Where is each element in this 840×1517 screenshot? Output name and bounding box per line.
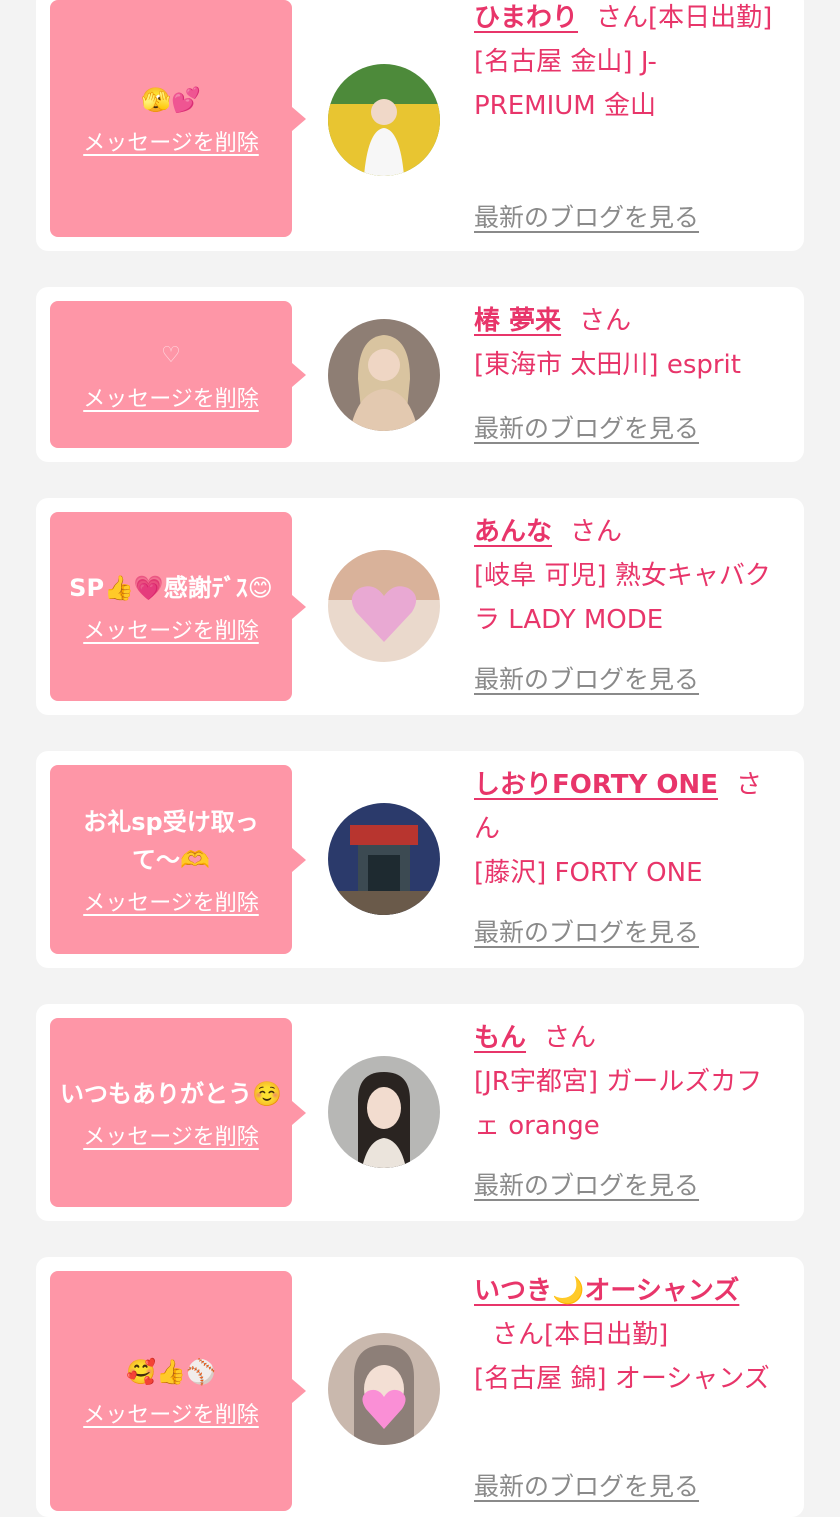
delete-message-link[interactable]: メッセージを削除 bbox=[83, 125, 259, 157]
delete-message-link[interactable]: メッセージを削除 bbox=[83, 1119, 259, 1151]
avatar-image bbox=[328, 64, 440, 176]
delete-message-link[interactable]: メッセージを削除 bbox=[83, 1397, 259, 1429]
honorific: さん bbox=[579, 306, 632, 336]
delete-message-link[interactable]: メッセージを削除 bbox=[83, 885, 259, 917]
honorific: さん bbox=[544, 1023, 597, 1053]
message-bubble: いつもありがとう☺️ メッセージを削除 bbox=[50, 1018, 306, 1207]
favorite-card: SP👍💗感謝ﾃﾞｽ😊 メッセージを削除 あんな さん [岐阜 可児] 熟女キャバク… bbox=[36, 498, 804, 715]
cast-name-link[interactable]: ひまわり bbox=[474, 3, 578, 33]
message-text: 🫣💕 bbox=[141, 85, 201, 114]
avatar-image bbox=[328, 550, 440, 662]
cast-name-link[interactable]: しおりFORTY ONE bbox=[474, 770, 718, 800]
avatar-image bbox=[328, 319, 440, 431]
favorite-card: ♡ メッセージを削除 椿 夢来 さん [東海市 太田川] esprit 最新のブロ… bbox=[36, 287, 804, 462]
avatar-image bbox=[328, 1056, 440, 1168]
avatar[interactable] bbox=[328, 1333, 440, 1445]
message-bubble: お礼sp受け取って〜🫶 メッセージを削除 bbox=[50, 765, 306, 954]
avatar[interactable] bbox=[328, 803, 440, 915]
favorite-card: いつもありがとう☺️ メッセージを削除 もん さん [JR宇都宮] ガールズカフェ… bbox=[36, 1004, 804, 1221]
cast-info: ひまわり さん[本日出勤] [名古屋 金山] J-PREMIUM 金山 bbox=[474, 0, 774, 128]
latest-blog-link[interactable]: 最新のブログを見る bbox=[474, 913, 699, 949]
honorific: さん bbox=[596, 3, 649, 33]
avatar[interactable] bbox=[328, 319, 440, 431]
message-text: お礼sp受け取って〜🫶 bbox=[83, 807, 259, 874]
message-bubble: 🫣💕 メッセージを削除 bbox=[50, 0, 306, 237]
message-bubble: 🥰👍⚾️ メッセージを削除 bbox=[50, 1271, 306, 1511]
latest-blog-link[interactable]: 最新のブログを見る bbox=[474, 1166, 699, 1202]
cast-info: あんな さん [岐阜 可児] 熟女キャバクラ LADY MODE bbox=[474, 510, 774, 642]
latest-blog-link[interactable]: 最新のブログを見る bbox=[474, 660, 699, 696]
avatar[interactable] bbox=[328, 64, 440, 176]
avatar[interactable] bbox=[328, 1056, 440, 1168]
status-text: [本日出勤] bbox=[544, 1320, 669, 1350]
message-text: ♡ bbox=[161, 342, 181, 368]
message-text: 🥰👍⚾️ bbox=[126, 1358, 216, 1386]
avatar-image bbox=[328, 803, 440, 915]
avatar-image bbox=[328, 1333, 440, 1445]
status-text: [本日出勤] bbox=[648, 3, 773, 33]
cast-info: いつき🌙オーシャンズさん[本日出勤] [名古屋 錦] オーシャンズ bbox=[474, 1269, 774, 1401]
cast-name-link[interactable]: 椿 夢来 bbox=[474, 306, 561, 336]
message-text: SP👍💗感謝ﾃﾞｽ😊 bbox=[69, 573, 273, 602]
cast-info: しおりFORTY ONE さん [藤沢] FORTY ONE bbox=[474, 763, 774, 895]
favorite-card: お礼sp受け取って〜🫶 メッセージを削除 しおりFORTY ONE さん [藤沢]… bbox=[36, 751, 804, 968]
delete-message-link[interactable]: メッセージを削除 bbox=[83, 613, 259, 645]
latest-blog-link[interactable]: 最新のブログを見る bbox=[474, 198, 699, 234]
latest-blog-link[interactable]: 最新のブログを見る bbox=[474, 409, 699, 445]
latest-blog-link[interactable]: 最新のブログを見る bbox=[474, 1467, 699, 1503]
message-bubble: ♡ メッセージを削除 bbox=[50, 301, 306, 448]
cast-name-link[interactable]: もん bbox=[474, 1023, 526, 1053]
message-bubble: SP👍💗感謝ﾃﾞｽ😊 メッセージを削除 bbox=[50, 512, 306, 701]
avatar[interactable] bbox=[328, 550, 440, 662]
honorific: さん bbox=[570, 517, 623, 547]
favorite-card: 🫣💕 メッセージを削除 ひまわり さん[本日出勤] [名古屋 金山] J-PREM… bbox=[36, 0, 804, 251]
message-text: いつもありがとう☺️ bbox=[60, 1079, 282, 1108]
cast-name-link[interactable]: いつき🌙オーシャンズ bbox=[474, 1276, 739, 1306]
cast-name-link[interactable]: あんな bbox=[474, 517, 552, 547]
favorite-card: 🥰👍⚾️ メッセージを削除 いつき🌙オーシャンズさん[本日出勤] [名古屋 錦]… bbox=[36, 1257, 804, 1517]
shop-name: [JR宇都宮] ガールズカフェ orange bbox=[474, 1067, 763, 1141]
shop-name: [名古屋 錦] オーシャンズ bbox=[474, 1364, 770, 1394]
shop-name: [名古屋 金山] J-PREMIUM 金山 bbox=[474, 47, 657, 121]
honorific: さん bbox=[492, 1320, 545, 1350]
cast-info: もん さん [JR宇都宮] ガールズカフェ orange bbox=[474, 1016, 774, 1148]
cast-info: 椿 夢来 さん [東海市 太田川] esprit bbox=[474, 299, 774, 387]
shop-name: [東海市 太田川] esprit bbox=[474, 350, 741, 380]
shop-name: [岐阜 可児] 熟女キャバクラ LADY MODE bbox=[474, 561, 771, 635]
delete-message-link[interactable]: メッセージを削除 bbox=[83, 381, 259, 413]
shop-name: [藤沢] FORTY ONE bbox=[474, 858, 703, 888]
